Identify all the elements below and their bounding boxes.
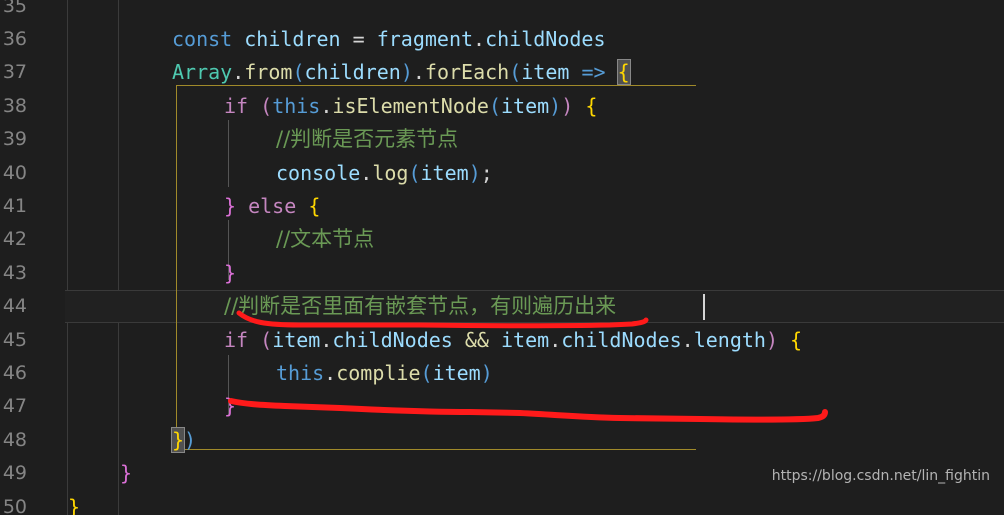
token-close-brace: } — [224, 194, 237, 218]
token-complie: complie — [336, 361, 421, 385]
token-foreach: forEach — [424, 60, 510, 84]
token-dot: . — [232, 60, 245, 84]
code-line-41[interactable]: } else { — [224, 190, 320, 223]
code-line-42-comment[interactable]: //文本节点 — [276, 223, 374, 256]
token-item: item — [420, 161, 469, 185]
token-if: if — [224, 328, 249, 352]
token-open-paren: ( — [408, 161, 421, 185]
code-line-46[interactable]: this.complie(item) — [276, 357, 493, 390]
token-dot: . — [549, 328, 562, 352]
code-line-43[interactable]: } — [224, 257, 236, 290]
token-children: children — [244, 27, 341, 51]
token-close-paren: ) — [549, 94, 562, 118]
token-item: item — [501, 328, 550, 352]
token-open-paren: ( — [260, 328, 273, 352]
token-item: item — [432, 361, 481, 385]
token-item: item — [521, 60, 570, 84]
token-childnodes: childNodes — [561, 328, 682, 352]
token-if: if — [224, 94, 249, 118]
token-iselementnode: isElementNode — [332, 94, 489, 118]
code-line-37[interactable]: Array.from(children).forEach(item => { — [172, 56, 631, 89]
token-childnodes: childNodes — [332, 328, 453, 352]
token-dot: . — [320, 328, 333, 352]
token-else: else — [248, 194, 297, 218]
token-close-brace: } — [120, 461, 133, 485]
token-close-paren: ) — [400, 60, 413, 84]
token-close-paren: ) — [765, 328, 778, 352]
text-cursor — [703, 294, 705, 320]
token-from: from — [244, 60, 293, 84]
code-line-38[interactable]: if (this.isElementNode(item)) { — [224, 90, 597, 123]
token-console: console — [276, 161, 361, 185]
token-open-paren: ( — [420, 361, 433, 385]
token-log: log — [372, 161, 409, 185]
token-dot: . — [324, 361, 337, 385]
token-open-brace: { — [585, 94, 598, 118]
token-fragment: fragment — [376, 27, 474, 51]
code-line-47[interactable]: } — [224, 390, 236, 423]
token-childnodes: childNodes — [485, 27, 606, 51]
code-editor[interactable]: 35 36 37 38 39 40 41 42 43 44 45 46 47 4… — [0, 0, 1004, 515]
token-close-brace: } — [68, 495, 81, 515]
token-length: length — [693, 328, 766, 352]
token-logical-and: && — [464, 328, 489, 352]
token-this: this — [276, 361, 325, 385]
token-array: Array — [172, 60, 233, 84]
token-close-brace: } — [224, 261, 237, 285]
token-this: this — [272, 94, 321, 118]
token-open-paren: ( — [260, 94, 273, 118]
code-line-45[interactable]: if (item.childNodes && item.childNodes.l… — [224, 324, 802, 357]
token-close-brace-matched: } — [170, 427, 186, 453]
token-const: const — [172, 27, 233, 51]
code-line-49[interactable]: } — [120, 457, 132, 490]
token-dot: . — [681, 328, 694, 352]
token-close-paren: ) — [561, 94, 574, 118]
code-line-50[interactable]: } — [68, 491, 80, 515]
token-equals: = — [340, 27, 377, 51]
watermark-text: https://blog.csdn.net/lin_fightin — [771, 467, 990, 484]
code-line-48[interactable]: }) — [170, 424, 197, 457]
token-open-brace: { — [790, 328, 803, 352]
token-close-paren: ) — [468, 161, 481, 185]
token-close-brace: } — [224, 394, 237, 418]
token-semicolon: ; — [480, 161, 493, 185]
token-close-paren: ) — [184, 428, 197, 452]
token-arrow: => — [569, 60, 618, 84]
token-open-paren: ( — [292, 60, 305, 84]
token-dot: . — [320, 94, 333, 118]
token-open-paren: ( — [509, 60, 522, 84]
token-dot: . — [412, 60, 425, 84]
code-line-40[interactable]: console.log(item); — [276, 157, 493, 190]
token-open-brace: { — [308, 194, 321, 218]
token-children: children — [304, 60, 401, 84]
token-open-brace-matched: { — [616, 59, 631, 85]
token-close-paren: ) — [480, 361, 493, 385]
code-line-36[interactable]: const children = fragment.childNodes — [172, 23, 606, 56]
token-item: item — [501, 94, 550, 118]
token-dot: . — [473, 27, 486, 51]
token-open-paren: ( — [488, 94, 501, 118]
token-item: item — [272, 328, 321, 352]
code-line-39-comment[interactable]: //判断是否元素节点 — [276, 123, 458, 156]
code-line-44-comment[interactable]: //判断是否里面有嵌套节点，有则遍历出来 — [224, 290, 616, 323]
code-content[interactable]: const children = fragment.childNodes Arr… — [0, 0, 1004, 515]
token-dot: . — [360, 161, 373, 185]
